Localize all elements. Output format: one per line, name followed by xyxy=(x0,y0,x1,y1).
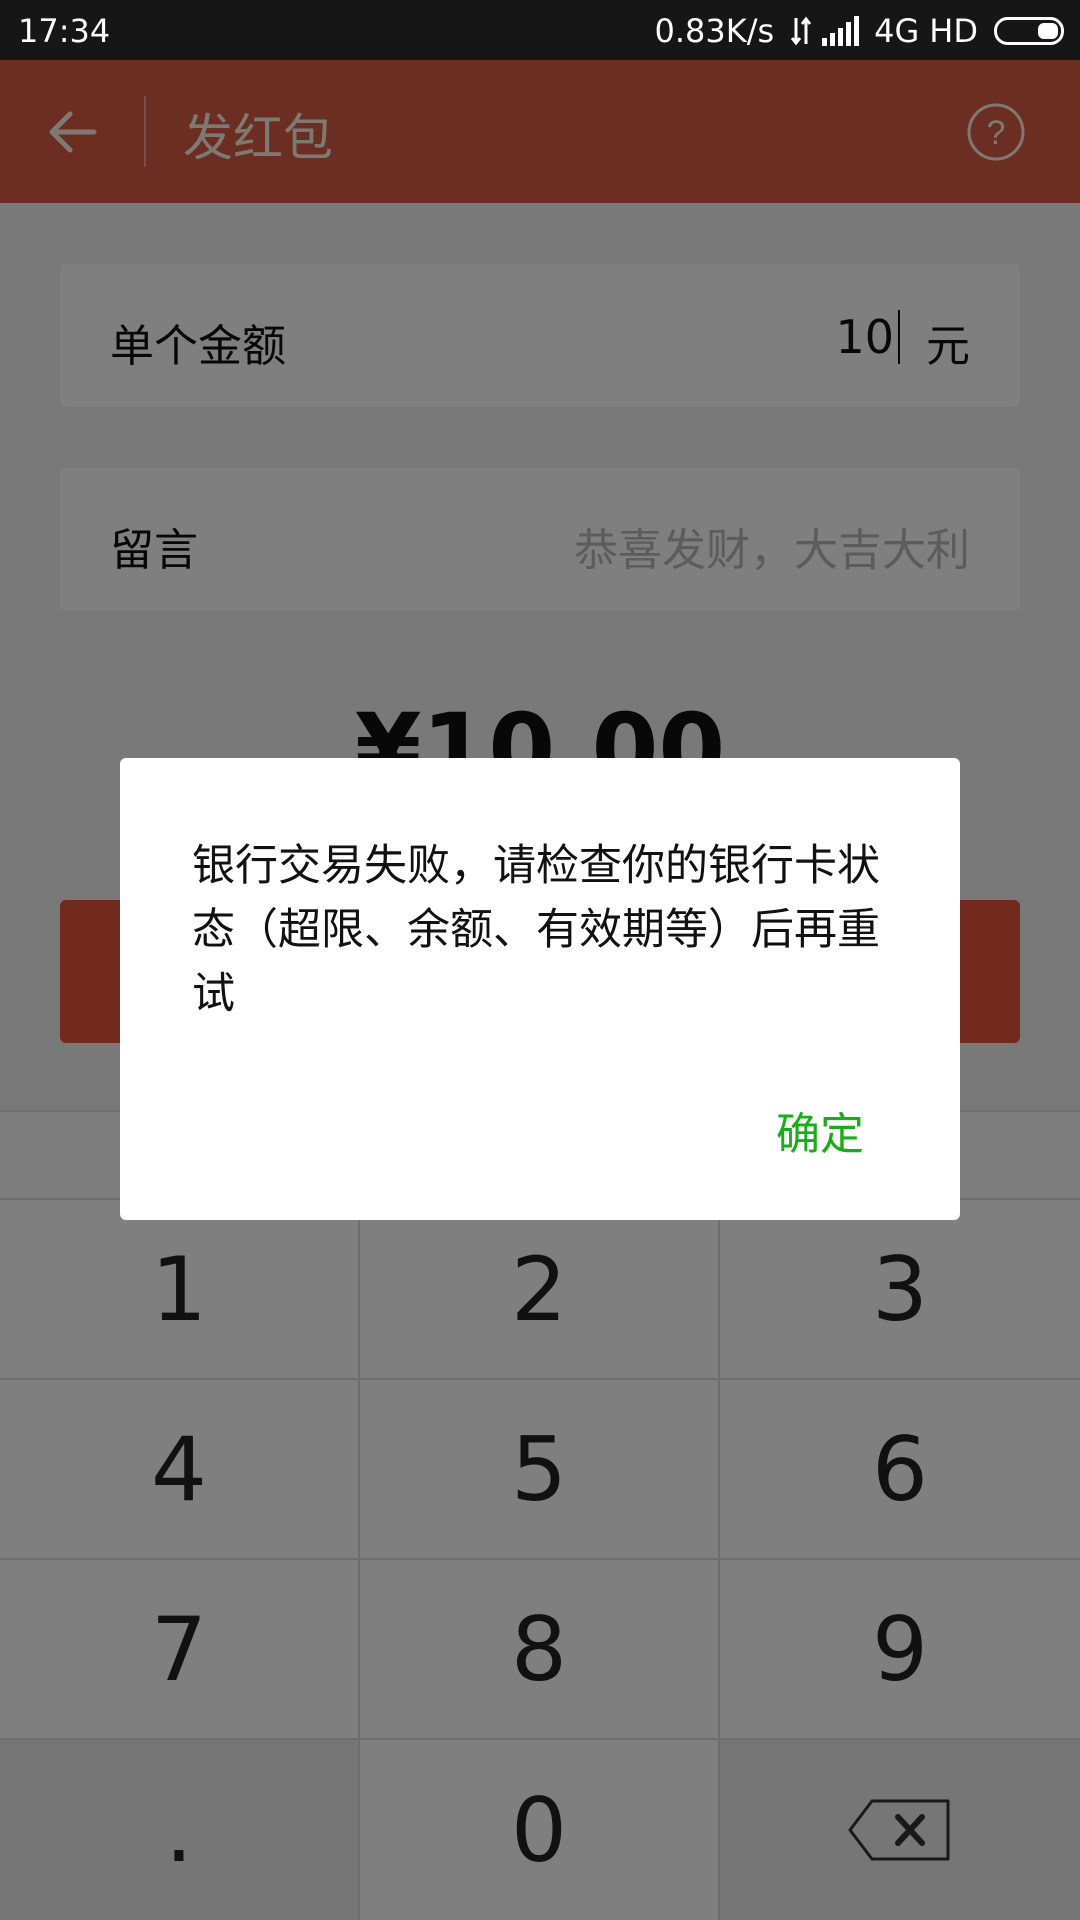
confirm-button[interactable]: 确定 xyxy=(776,1098,864,1162)
hd-indicator: HD xyxy=(929,12,978,50)
status-indicators: 0.83K/s 4G HD xyxy=(654,12,1064,50)
dialog-message: 银行交易失败，请检查你的银行卡状态（超限、余额、有效期等）后再重试 xyxy=(192,841,880,1019)
data-arrows-icon xyxy=(790,16,812,46)
status-bar: 17:34 0.83K/s 4G HD xyxy=(0,0,1080,60)
alert-dialog: 银行交易失败，请检查你的银行卡状态（超限、余额、有效期等）后再重试 确定 xyxy=(120,758,960,1220)
status-time: 17:34 xyxy=(18,12,111,50)
battery-icon xyxy=(994,17,1064,45)
signal-icon xyxy=(822,16,860,46)
network-speed: 0.83K/s xyxy=(654,12,775,50)
network-type: 4G xyxy=(874,12,920,50)
